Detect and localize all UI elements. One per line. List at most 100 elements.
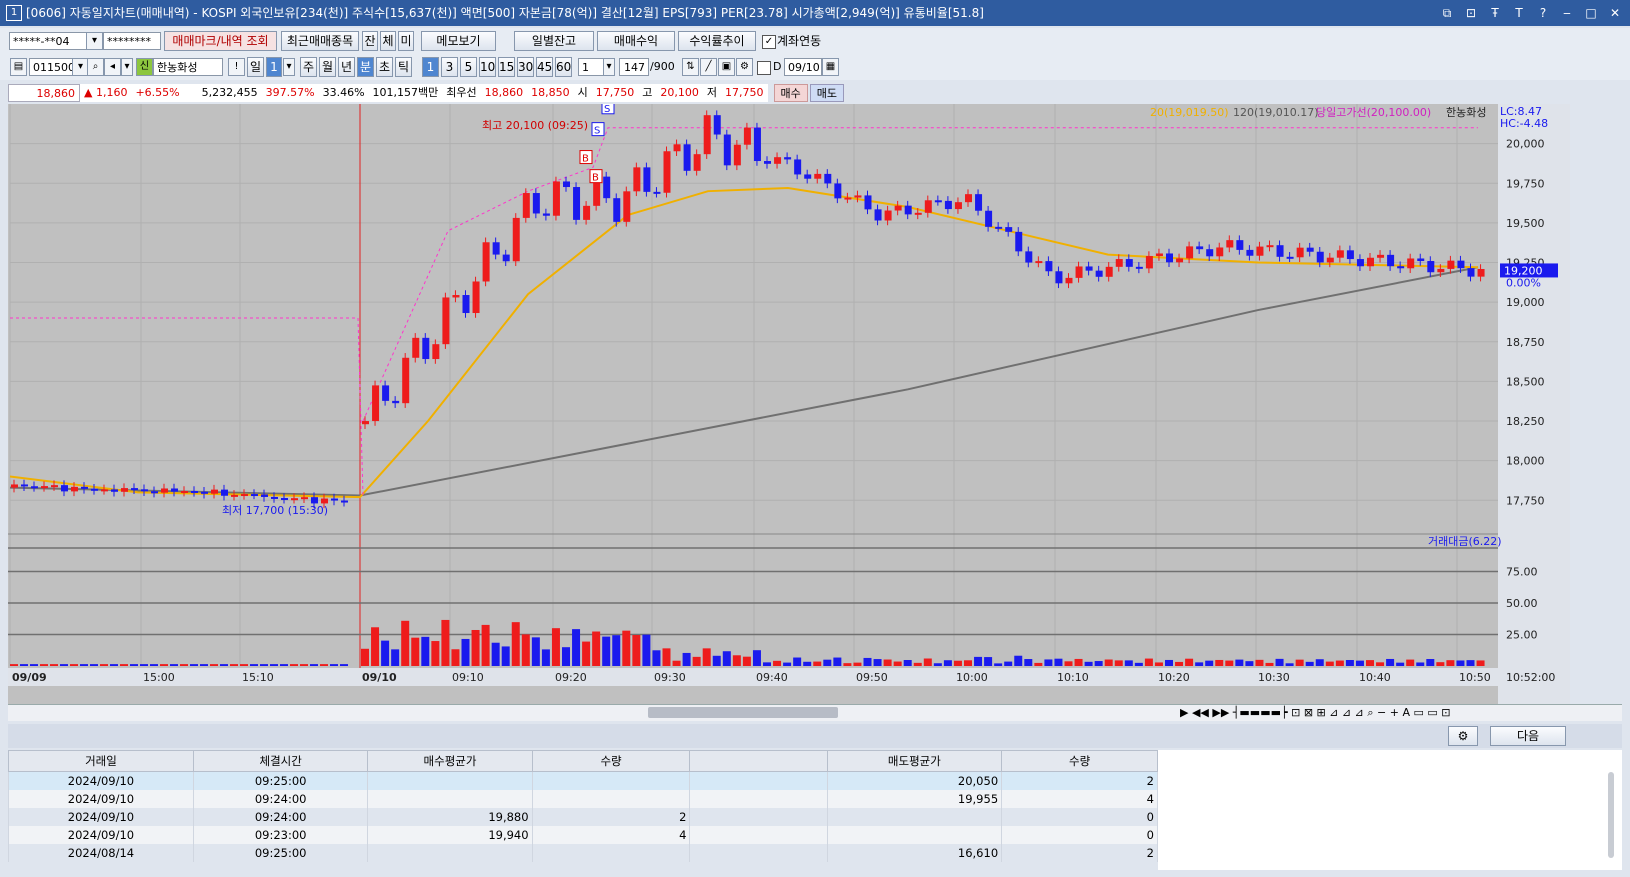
memo-view-button[interactable]: 메모보기 <box>421 31 496 51</box>
candle-body <box>1356 259 1364 267</box>
volume-bar <box>923 658 932 666</box>
table-row[interactable]: 2024/09/10 09:24:00 19,880 2 0 <box>8 808 1158 826</box>
volume-bar <box>1406 659 1415 666</box>
volume-bar <box>310 664 318 666</box>
chart-area[interactable]: 20,000 19,750 19,500 19,250 19,000 18,750 18,5… <box>8 100 1570 704</box>
tab-year[interactable]: 년 <box>338 57 355 77</box>
candle-body <box>151 491 158 494</box>
volume-bar <box>1366 660 1374 666</box>
table-row[interactable]: 2024/09/10 09:24:00 19,955 4 <box>8 790 1158 808</box>
recent-items-button[interactable]: 최근매매종목 <box>281 31 359 51</box>
chevron-down-icon[interactable]: ▾ <box>283 58 295 76</box>
calendar-icon[interactable]: ▦ <box>822 58 839 76</box>
pin-icon[interactable]: Ŧ <box>1486 0 1504 26</box>
volume-bar <box>421 636 430 666</box>
candle-body <box>1457 260 1465 269</box>
chevron-down-icon[interactable]: ▾ <box>603 58 615 76</box>
date-checkbox[interactable] <box>757 61 771 75</box>
executed-button[interactable]: 체 <box>380 31 396 51</box>
minute-30-button[interactable]: 30 <box>517 57 534 77</box>
tab-tick[interactable]: 틱 <box>395 57 412 77</box>
screen-icon[interactable]: ⊡ <box>1462 0 1480 26</box>
col-buy-qty[interactable]: 수량 <box>531 750 691 772</box>
volume-bar <box>933 663 942 666</box>
volume-bar <box>60 664 68 666</box>
candle-body <box>1226 240 1234 248</box>
date-input[interactable]: 09/10 <box>784 58 822 76</box>
tab-minute[interactable]: 분 <box>357 57 374 77</box>
chart-scrollbar-thumb[interactable] <box>648 707 838 718</box>
sell-button[interactable]: 매도 <box>809 84 845 102</box>
gear-icon[interactable]: ⚙ <box>736 58 753 76</box>
table-row[interactable]: 2024/08/14 09:25:00 16,610 2 <box>8 844 1158 862</box>
candlestick-chart[interactable]: 20,00019,75019,50019,25019,00018,75018,5… <box>8 100 1570 704</box>
chart-tool-icon[interactable]: ⇅ <box>682 58 699 76</box>
chart-nav-controls[interactable]: ▶ ◀◀ ▶▶ ┤▬▬▬▬┝ ⊡ ⊠ ⊞ ⊿ ⊿ ⊿ ⌕ − + A ▭ ▭ ⊡ <box>1180 705 1450 720</box>
period-num-button[interactable]: 1 <box>266 57 282 77</box>
chevron-down-icon[interactable]: ▾ <box>86 32 103 50</box>
link-window-icon[interactable]: ⧉ <box>1438 0 1456 26</box>
chevron-down-icon[interactable]: ▾ <box>121 58 133 76</box>
minute-45-button[interactable]: 45 <box>536 57 553 77</box>
tab-month[interactable]: 월 <box>319 57 336 77</box>
candle-body <box>402 357 410 404</box>
speaker-icon[interactable]: ◂ <box>104 58 121 76</box>
tab-second[interactable]: 초 <box>376 57 393 77</box>
table-scrollbar[interactable] <box>1608 772 1614 858</box>
search-icon[interactable]: ⌕ <box>87 58 104 76</box>
col-trade-date[interactable]: 거래일 <box>8 750 194 772</box>
price-axis-label: 19,500 <box>1506 217 1545 230</box>
volume-bar <box>893 661 902 666</box>
daily-balance-button[interactable]: 일별잔고 <box>514 31 594 51</box>
panel-toggle-icon[interactable]: ▤ <box>10 58 27 76</box>
minute-10-button[interactable]: 10 <box>479 57 496 77</box>
help-icon[interactable]: ? <box>1534 0 1552 26</box>
stock-code-input[interactable]: 011500 <box>29 58 73 76</box>
candle-body <box>1246 249 1254 256</box>
return-trend-button[interactable]: 수익률추이 <box>678 31 756 51</box>
maximize-button[interactable]: □ <box>1582 0 1600 26</box>
col-sell-avg[interactable]: 매도평균가 <box>826 750 1003 772</box>
candle-body <box>573 187 581 220</box>
unfilled-button[interactable]: 미 <box>398 31 414 51</box>
candle-body <box>111 489 118 492</box>
minute-1-button[interactable]: 1 <box>422 57 439 77</box>
tab-week[interactable]: 주 <box>300 57 317 77</box>
col-buy-avg[interactable]: 매수평균가 <box>367 750 533 772</box>
buy-button[interactable]: 매수 <box>773 84 808 102</box>
minute-5-button[interactable]: 5 <box>460 57 477 77</box>
col-exec-time[interactable]: 체결시간 <box>192 750 369 772</box>
volume-bar <box>803 661 812 666</box>
period-day-button[interactable]: 일 <box>247 57 264 77</box>
minute-60-button[interactable]: 60 <box>555 57 572 77</box>
account-link-checkbox[interactable]: ✓ <box>762 35 776 49</box>
alert-button[interactable]: ! <box>228 58 245 76</box>
table-row[interactable]: 2024/09/10 09:23:00 19,940 4 0 <box>8 826 1158 844</box>
candle-body <box>532 193 540 214</box>
trade-profit-button[interactable]: 매매수익 <box>597 31 675 51</box>
font-size-icon[interactable]: T <box>1510 0 1528 26</box>
gear-icon[interactable]: ⚙ <box>1448 726 1478 746</box>
balance-button[interactable]: 잔 <box>362 31 378 51</box>
data-count-input[interactable]: 147 <box>619 58 649 76</box>
trade-value: 101,157백만 <box>368 84 443 102</box>
trade-mark-query-button[interactable]: 매매마크/내역 조회 <box>164 31 277 51</box>
save-icon[interactable]: ▣ <box>718 58 735 76</box>
volume-bar <box>361 648 369 666</box>
password-field[interactable]: ******** <box>103 32 161 50</box>
draw-line-icon[interactable]: ╱ <box>700 58 717 76</box>
close-button[interactable]: ✕ <box>1606 0 1624 26</box>
candle-body <box>1145 256 1153 269</box>
next-button[interactable]: 다음 <box>1490 726 1566 746</box>
volume-bar <box>140 664 148 666</box>
minimize-button[interactable]: ‒ <box>1558 0 1576 26</box>
minute-3-button[interactable]: 3 <box>441 57 458 77</box>
table-row[interactable]: 2024/09/10 09:25:00 20,050 2 <box>8 771 1158 790</box>
account-select[interactable]: *****-**04 <box>9 32 87 50</box>
cell-blank <box>689 826 828 844</box>
col-sell-qty[interactable]: 수량 <box>1001 750 1158 772</box>
minute-15-button[interactable]: 15 <box>498 57 515 77</box>
candle-body <box>472 281 480 314</box>
interval-input[interactable]: 1 <box>578 58 604 76</box>
stock-name-display[interactable]: 한농화성 <box>153 58 223 76</box>
